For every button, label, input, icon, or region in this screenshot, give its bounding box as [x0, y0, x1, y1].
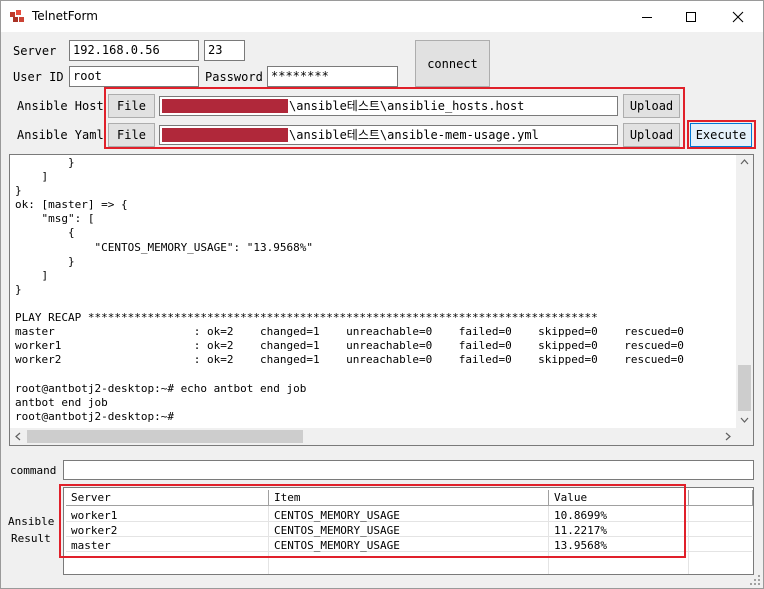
console-line: {: [15, 226, 75, 240]
result-grid[interactable]: Server Item Value worker1 CENTOS_MEMORY_…: [63, 487, 754, 575]
window-title: TelnetForm: [32, 9, 98, 23]
cell-server-row1[interactable]: worker1: [66, 508, 268, 523]
password-label: Password: [205, 70, 263, 84]
scroll-right-icon: [725, 432, 731, 441]
cell-value-row1[interactable]: 10.8699%: [549, 508, 688, 523]
grid-header-value[interactable]: Value: [549, 490, 689, 506]
console-line: "msg": [: [15, 212, 95, 226]
console-line: root@antbotj2-desktop:~# echo antbot end…: [15, 381, 307, 395]
console-line: }: [15, 184, 22, 198]
cell-value-row3[interactable]: 13.9568%: [549, 538, 688, 553]
grid-header-server[interactable]: Server: [66, 490, 269, 506]
ansible-result-label-line2: Result: [11, 532, 51, 545]
console-output[interactable]: } ] } ok: [master] => { "msg": [ { "CENT…: [9, 154, 754, 446]
scrollbar-corner: [736, 428, 753, 445]
console-line: ok: [master] => {: [15, 198, 128, 212]
close-icon: [732, 11, 744, 22]
console-vertical-thumb[interactable]: [738, 365, 751, 411]
maximize-icon: [686, 11, 696, 22]
console-line: worker1 : ok=2 changed=1 unreachable=0 f…: [15, 339, 684, 353]
maximize-button[interactable]: [668, 1, 714, 32]
console-text: } ] } ok: [master] => { "msg": [ { "CENT…: [15, 156, 684, 424]
close-button[interactable]: [715, 1, 761, 32]
scroll-down-icon: [740, 417, 749, 423]
execute-button[interactable]: Execute: [690, 123, 752, 147]
console-line: ]: [15, 268, 49, 282]
connect-button[interactable]: connect: [415, 40, 490, 87]
host-upload-button[interactable]: Upload: [623, 94, 680, 118]
console-line: "CENTOS_MEMORY_USAGE": "13.9568%": [15, 240, 314, 254]
yaml-path-redaction: [162, 128, 288, 142]
console-line: }: [15, 254, 75, 268]
resize-grip-icon[interactable]: [750, 575, 761, 586]
cell-item-row3[interactable]: CENTOS_MEMORY_USAGE: [269, 538, 548, 553]
cell-item-row1[interactable]: CENTOS_MEMORY_USAGE: [269, 508, 548, 523]
ansible-result-label-line1: Ansible: [8, 515, 55, 528]
minimize-icon: [642, 16, 652, 18]
cell-server-row2[interactable]: worker2: [66, 523, 268, 538]
console-line: antbot end job: [15, 395, 108, 409]
scroll-left-icon: [15, 432, 21, 441]
ansible-host-label: Ansible Host: [17, 99, 104, 113]
minimize-button[interactable]: [624, 1, 670, 32]
column-divider: [688, 506, 689, 574]
console-line: PLAY RECAP *****************************…: [15, 311, 598, 325]
password-input[interactable]: ********: [267, 66, 398, 87]
console-line: }: [15, 282, 22, 296]
server-input[interactable]: 192.168.0.56: [69, 40, 199, 61]
host-path-input[interactable]: \ansible테스트\ansiblie_hosts.host: [159, 96, 618, 116]
host-path-text: \ansible테스트\ansiblie_hosts.host: [289, 99, 525, 113]
yaml-path-text: \ansible테스트\ansible-mem-usage.yml: [289, 128, 539, 142]
console-line: worker2 : ok=2 changed=1 unreachable=0 f…: [15, 353, 684, 367]
app-icon: [10, 10, 24, 22]
server-label: Server: [13, 44, 57, 58]
console-vertical-scrollbar[interactable]: [736, 155, 753, 428]
port-input[interactable]: 23: [204, 40, 245, 61]
userid-label: User ID: [13, 70, 64, 84]
yaml-file-button[interactable]: File: [108, 123, 155, 147]
grid-header-item[interactable]: Item: [269, 490, 549, 506]
console-horizontal-scrollbar[interactable]: [10, 428, 737, 445]
cell-server-row3[interactable]: master: [66, 538, 268, 553]
yaml-path-input[interactable]: \ansible테스트\ansible-mem-usage.yml: [159, 125, 618, 145]
host-path-redaction: [162, 99, 288, 113]
cell-value-row2[interactable]: 11.2217%: [549, 523, 688, 538]
console-line: ]: [15, 170, 49, 184]
grid-header-filler: [689, 490, 753, 506]
console-line: root@antbotj2-desktop:~#: [15, 409, 174, 423]
console-line: master : ok=2 changed=1 unreachable=0 fa…: [15, 325, 684, 339]
scroll-up-icon: [740, 159, 749, 165]
command-label: command: [10, 464, 57, 477]
cell-item-row2[interactable]: CENTOS_MEMORY_USAGE: [269, 523, 548, 538]
command-input[interactable]: [63, 460, 754, 480]
yaml-upload-button[interactable]: Upload: [623, 123, 680, 147]
console-horizontal-thumb[interactable]: [27, 430, 303, 443]
telnet-form-window: TelnetForm Server 192.168.0.56 23 User I…: [0, 0, 764, 589]
host-file-button[interactable]: File: [108, 94, 155, 118]
userid-input[interactable]: root: [69, 66, 199, 87]
ansible-yaml-label: Ansible Yaml: [17, 128, 104, 142]
title-bar[interactable]: TelnetForm: [1, 1, 763, 32]
console-line: }: [15, 156, 75, 169]
